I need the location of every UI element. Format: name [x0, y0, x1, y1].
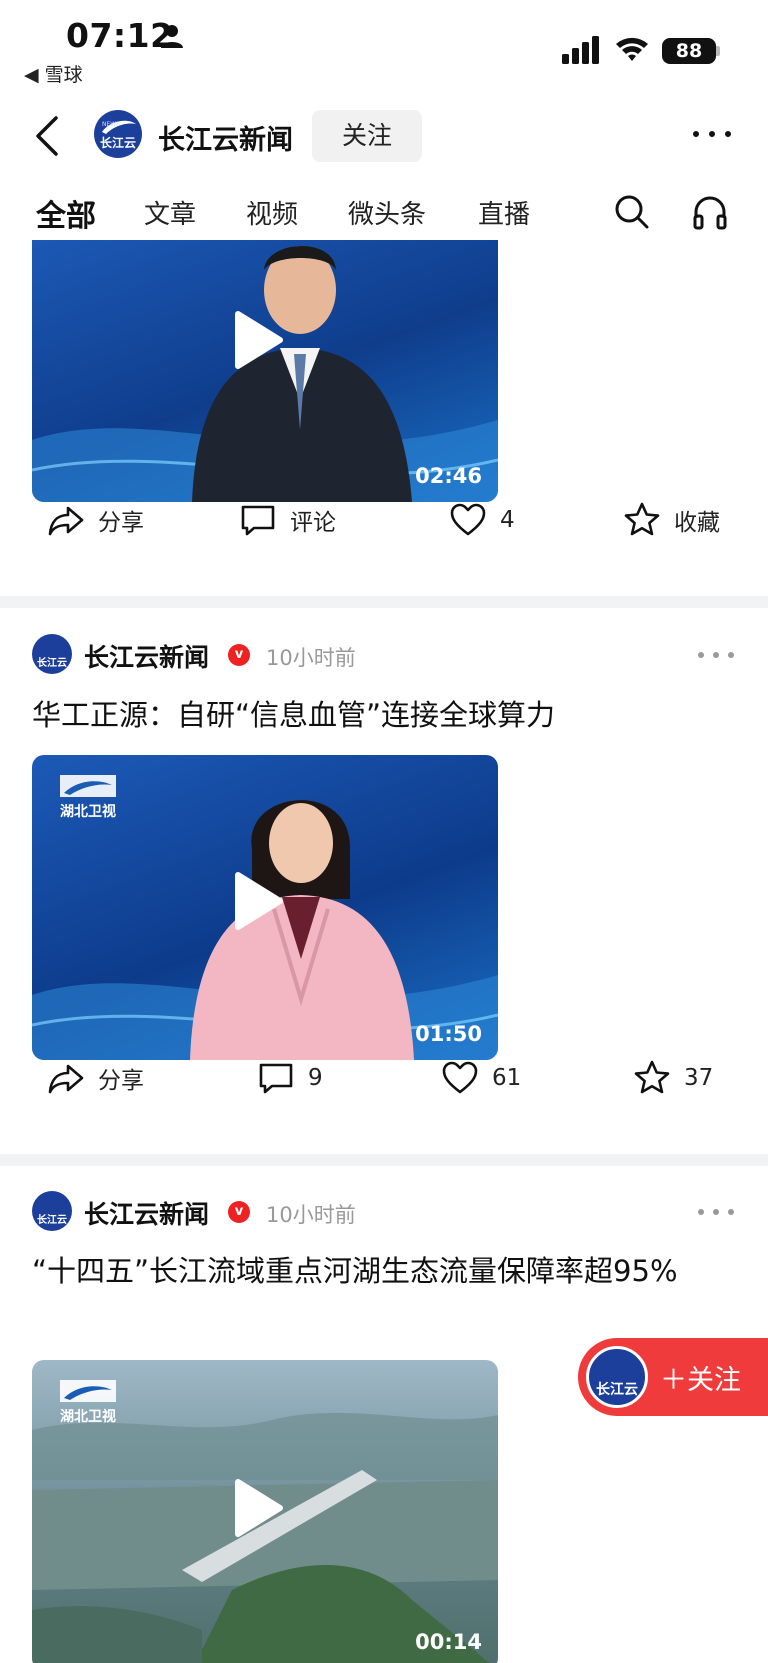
favorite-count: 37: [684, 1065, 714, 1091]
like-count: 4: [500, 507, 515, 533]
avatar-text: 长江云: [37, 658, 67, 669]
author-name[interactable]: 长江云新闻: [84, 638, 209, 674]
verified-badge-icon: v: [228, 1201, 250, 1223]
post-divider: [0, 596, 768, 608]
share-icon: [48, 506, 84, 536]
post-title[interactable]: 华工正源：自研“信息血管”连接全球算力: [32, 692, 732, 738]
verified-badge-icon: v: [228, 644, 250, 666]
tab-micro-headlines[interactable]: 微头条: [348, 194, 426, 231]
post-actions: 分享 评论 4 收藏: [0, 492, 768, 548]
post-title[interactable]: “十四五”长江流域重点河湖生态流量保障率超95%: [32, 1248, 712, 1294]
share-label: 分享: [98, 1068, 144, 1094]
feed: 02:46 分享 评论 4 收藏 长江云 长江云新闻 v 10小时前 华工正源：…: [0, 240, 768, 1663]
favorite-button[interactable]: 收藏: [622, 492, 720, 548]
share-button[interactable]: 分享: [46, 1050, 144, 1106]
follow-button[interactable]: 关注: [312, 110, 422, 162]
tab-videos[interactable]: 视频: [246, 194, 298, 231]
news-anchor-image: [192, 245, 412, 502]
post-time: 10小时前: [266, 1203, 356, 1227]
comment-count: 9: [308, 1065, 323, 1091]
tab-articles[interactable]: 文章: [144, 194, 196, 231]
comment-icon: [241, 505, 275, 536]
post-header: 长江云 长江云新闻 v 10小时前: [0, 1181, 768, 1241]
logo-text: 长江云: [99, 136, 136, 150]
share-button[interactable]: 分享: [46, 492, 144, 548]
tab-live[interactable]: 直播: [478, 194, 530, 231]
comment-label: 评论: [290, 510, 336, 536]
share-label: 分享: [98, 510, 144, 536]
comment-button[interactable]: 9: [256, 1050, 323, 1106]
post-actions: 分享 9 61 37: [0, 1050, 768, 1106]
back-arrow-icon[interactable]: [28, 112, 68, 160]
post-header: 长江云 长江云新闻 v 10小时前: [0, 624, 768, 684]
favorite-button[interactable]: 37: [632, 1050, 713, 1106]
floating-follow-button[interactable]: 长江云 ＋关注: [578, 1338, 768, 1416]
post-divider: [0, 1154, 768, 1166]
battery-indicator: 88: [662, 38, 716, 64]
status-bar: 07:12 ◀ 雪球 88: [0, 0, 768, 92]
comment-button[interactable]: 评论: [238, 492, 336, 548]
battery-tip: [716, 46, 720, 56]
comment-icon: [259, 1063, 293, 1094]
like-button[interactable]: 61: [440, 1050, 521, 1106]
back-to-app-link[interactable]: ◀ 雪球: [24, 60, 83, 87]
video-thumbnail[interactable]: 02:46: [32, 240, 498, 502]
share-icon: [48, 1064, 84, 1094]
video-duration: 02:46: [415, 464, 482, 488]
play-icon[interactable]: [232, 871, 284, 931]
floating-follow-label: ＋关注: [660, 1365, 741, 1396]
like-button[interactable]: 4: [448, 492, 515, 548]
more-options-icon[interactable]: [690, 122, 734, 146]
content-tabs: 全部 文章 视频 微头条 直播: [0, 176, 768, 240]
post-more-icon[interactable]: [696, 650, 736, 660]
news-anchor-image: [190, 800, 414, 1060]
play-icon[interactable]: [232, 1478, 284, 1538]
post-time: 10小时前: [266, 646, 356, 670]
heart-icon: [450, 503, 486, 536]
tab-all[interactable]: 全部: [36, 191, 96, 235]
person-icon: [161, 25, 183, 48]
floating-follow-logo: 长江云: [586, 1346, 648, 1408]
channel-logo[interactable]: NEWS 长江云: [94, 110, 142, 158]
search-icon[interactable]: [612, 192, 652, 232]
hubei-tv-watermark: 湖北卫视: [60, 804, 116, 820]
star-icon: [634, 1060, 670, 1094]
avatar-text: 长江云: [37, 1215, 67, 1226]
hubei-tv-watermark: 湖北卫视: [60, 1409, 116, 1425]
channel-header: NEWS 长江云 长江云新闻 关注: [0, 100, 768, 176]
video-thumbnail[interactable]: 湖北卫视 00:14: [32, 1360, 498, 1663]
channel-name[interactable]: 长江云新闻: [158, 118, 293, 157]
author-avatar[interactable]: 长江云: [32, 1191, 72, 1231]
heart-icon: [442, 1061, 478, 1094]
headphones-icon[interactable]: [690, 192, 730, 232]
video-duration: 01:50: [415, 1022, 482, 1046]
cellular-signal-icon: [562, 36, 599, 64]
video-thumbnail[interactable]: 湖北卫视 01:50: [32, 755, 498, 1060]
video-duration: 00:14: [415, 1630, 482, 1654]
play-icon[interactable]: [232, 310, 284, 370]
favorite-label: 收藏: [674, 510, 720, 536]
like-count: 61: [492, 1065, 522, 1091]
wifi-icon: [616, 37, 648, 61]
author-avatar[interactable]: 长江云: [32, 634, 72, 674]
star-icon: [624, 502, 660, 536]
post-more-icon[interactable]: [696, 1207, 736, 1217]
logo-news-label: NEWS: [102, 121, 121, 128]
author-name[interactable]: 长江云新闻: [84, 1195, 209, 1231]
floating-logo-text: 长江云: [596, 1382, 638, 1398]
